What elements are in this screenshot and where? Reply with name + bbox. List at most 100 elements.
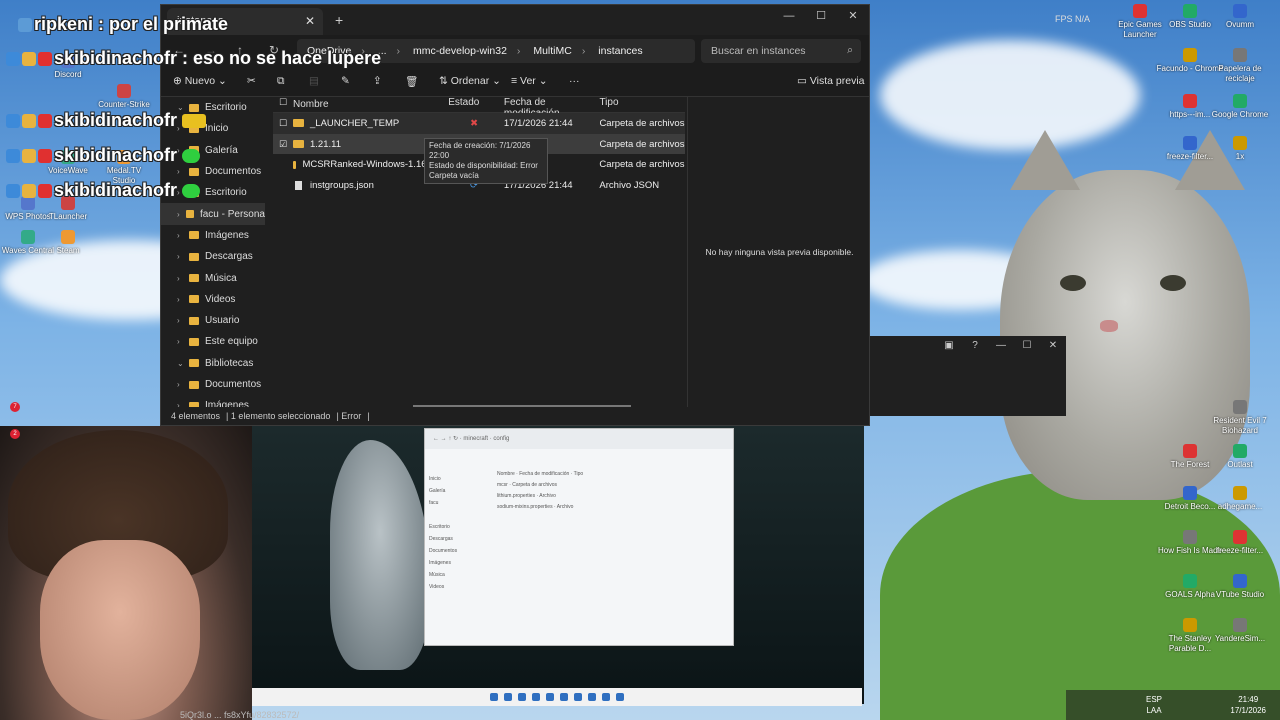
file-row[interactable]: ☐ _LAUNCHER_TEMP ✖ 17/1/2026 21:44 Carpeta d… <box>273 113 685 134</box>
desktop-icon[interactable]: Resident Evil 7 Biohazard <box>1205 400 1275 436</box>
desktop-icon[interactable]: VTube Studio <box>1205 574 1275 600</box>
chevron-right-icon[interactable]: › <box>177 210 186 219</box>
sidebar-item[interactable]: ⌄ Bibliotecas <box>161 353 265 374</box>
close-window-button[interactable]: ✕ <box>1040 336 1066 356</box>
sort-button[interactable]: ⇅ Ordenar ⌄ <box>439 75 501 87</box>
sidebar-item-label: Bibliotecas <box>205 357 254 369</box>
folder-icon <box>189 359 199 368</box>
status-bar: 4 elementos | 1 elemento seleccionado | Er… <box>161 407 869 425</box>
sidebar-item[interactable]: › Videos <box>161 289 265 310</box>
column-date[interactable]: Fecha de modificación <box>500 97 596 119</box>
chevron-right-icon[interactable]: › <box>177 231 189 240</box>
folder-icon <box>189 295 199 304</box>
chevron-right-icon[interactable]: › <box>177 316 189 325</box>
chevron-right-icon[interactable]: › <box>177 252 189 261</box>
cut-icon[interactable]: ✂ <box>247 75 256 87</box>
delete-icon[interactable]: 🗑 <box>405 75 418 88</box>
close-tab-icon[interactable]: ✕ <box>305 14 315 28</box>
chevron-right-icon[interactable]: › <box>177 167 189 176</box>
app-icon <box>1233 400 1247 414</box>
notification-badge: 2 <box>10 429 20 439</box>
captured-taskbar <box>252 688 862 706</box>
sidebar-item-label: Documentos <box>205 166 262 178</box>
sidebar-item-label: Galería <box>205 144 238 156</box>
sidebar-item[interactable]: › facu - Persona <box>161 203 265 225</box>
share-icon[interactable]: ⇪ <box>373 75 382 87</box>
file-type: Archivo JSON <box>599 179 660 191</box>
sidebar-item[interactable]: › Imágenes <box>161 395 265 407</box>
url-text: 5iQr3l.o ... fs8xYfu/82832572/ <box>180 710 300 720</box>
preview-pane: No hay ninguna vista previa disponible. <box>687 97 871 407</box>
maximize-button[interactable]: ☐ <box>1014 336 1040 356</box>
app-icon <box>1183 4 1197 18</box>
preview-pane-button[interactable]: ▭ Vista previa <box>797 75 865 87</box>
folder-icon <box>292 160 297 169</box>
desktop-icon[interactable]: Steam <box>40 230 96 256</box>
new-button[interactable]: ⊕ Nuevo ⌄ <box>173 75 227 87</box>
desktop-icon[interactable]: Outlast <box>1205 444 1275 470</box>
new-tab-button[interactable]: + <box>335 12 343 28</box>
desktop-icon[interactable]: freeze-filter... <box>1205 530 1275 556</box>
clock[interactable]: 21:49 17/1/2026 <box>1230 694 1266 716</box>
help-icon[interactable]: ? <box>962 336 988 356</box>
sidebar-item[interactable]: › Descargas <box>161 246 265 267</box>
sidebar-item[interactable]: › Documentos <box>161 374 265 395</box>
sidebar-item[interactable]: › Usuario <box>161 310 265 331</box>
folder-icon <box>189 274 199 283</box>
column-status[interactable]: Estado <box>448 97 500 112</box>
select-all-checkbox[interactable]: ☐ <box>273 97 287 112</box>
folder-icon <box>293 119 304 128</box>
minimize-button[interactable]: — <box>988 336 1014 356</box>
desktop-icon[interactable]: 1x <box>1205 136 1275 162</box>
more-options-icon[interactable]: ··· <box>569 75 580 87</box>
desktop-icon[interactable]: YandereSim... <box>1205 618 1275 644</box>
chevron-right-icon[interactable]: › <box>177 380 189 389</box>
paste-icon[interactable]: ▤ <box>309 75 319 87</box>
chevron-down-icon[interactable]: ⌄ <box>177 359 189 368</box>
breadcrumb-mmc[interactable]: mmc-develop-win32 <box>413 45 507 57</box>
app-icon <box>1183 136 1197 150</box>
close-window-button[interactable]: ✕ <box>837 5 869 27</box>
row-checkbox[interactable]: ☑ <box>273 139 287 150</box>
fps-counter: FPS N/A <box>1055 14 1091 24</box>
chat-message: skibidinachofr <box>6 180 202 201</box>
file-date: 17/1/2026 21:44 <box>503 117 573 129</box>
chevron-right-icon[interactable]: › <box>177 337 189 346</box>
breadcrumb-multimc[interactable]: MultiMC <box>533 45 572 57</box>
maximize-button[interactable]: ☐ <box>805 5 837 27</box>
desktop-icon[interactable]: Counter-Strike <box>96 84 152 110</box>
minimize-button[interactable]: — <box>773 5 805 27</box>
sidebar-item[interactable]: › Imágenes <box>161 225 265 246</box>
search-input[interactable]: Buscar en instances ⌕ <box>701 39 861 63</box>
copy-icon[interactable]: ⧉ <box>277 75 285 88</box>
chevron-right-icon[interactable]: › <box>177 295 189 304</box>
column-name[interactable]: Nombre <box>287 97 448 112</box>
folder-icon <box>293 140 304 149</box>
chat-message: skibidinachofr <box>6 110 208 131</box>
sidebar-item-label: Música <box>205 272 237 284</box>
view-button[interactable]: ≡ Ver ⌄ <box>511 75 548 87</box>
desktop-icon[interactable]: Papelera de reciclaje <box>1205 48 1275 84</box>
app-icon <box>1233 530 1247 544</box>
desktop-icon[interactable]: Google Chrome <box>1205 94 1275 120</box>
chat-message: skibidinachofr <box>6 145 202 166</box>
rename-icon[interactable]: ✎ <box>341 75 350 87</box>
sidebar-item[interactable]: › Este equipo <box>161 331 265 352</box>
desktop-icon[interactable]: Ovumm <box>1205 4 1275 30</box>
row-checkbox[interactable]: ☐ <box>273 118 287 129</box>
search-icon: ⌕ <box>847 44 853 56</box>
sidebar-item-label: Videos <box>205 293 236 305</box>
breadcrumb-instances[interactable]: instances <box>598 45 642 57</box>
sidebar-item-label: Imágenes <box>205 400 249 407</box>
desktop-icon[interactable]: adhegame... <box>1205 486 1275 512</box>
navigation-pane: ⌄ Escritorio › Inicio › Galería › Documentos › Es… <box>161 97 265 407</box>
language-indicator[interactable]: ESP LAA <box>1146 694 1162 716</box>
captured-explorer-window: ← → ↑ ↻ · minecraft · config Inicio Galer… <box>424 428 734 646</box>
command-bar: ⊕ Nuevo ⌄ ✂ ⧉ ▤ ✎ ⇪ 🗑 ⇅ Ordenar ⌄ ≡ Ver … <box>161 67 869 97</box>
sidebar-item[interactable]: › Música <box>161 267 265 288</box>
sidebar-item-label: Escritorio <box>205 187 247 199</box>
chevron-right-icon[interactable]: › <box>177 274 189 283</box>
column-type[interactable]: Tipo <box>595 97 685 112</box>
secondary-window[interactable]: ▣ ? — ☐ ✕ <box>870 336 1066 416</box>
app-icon <box>117 84 131 98</box>
